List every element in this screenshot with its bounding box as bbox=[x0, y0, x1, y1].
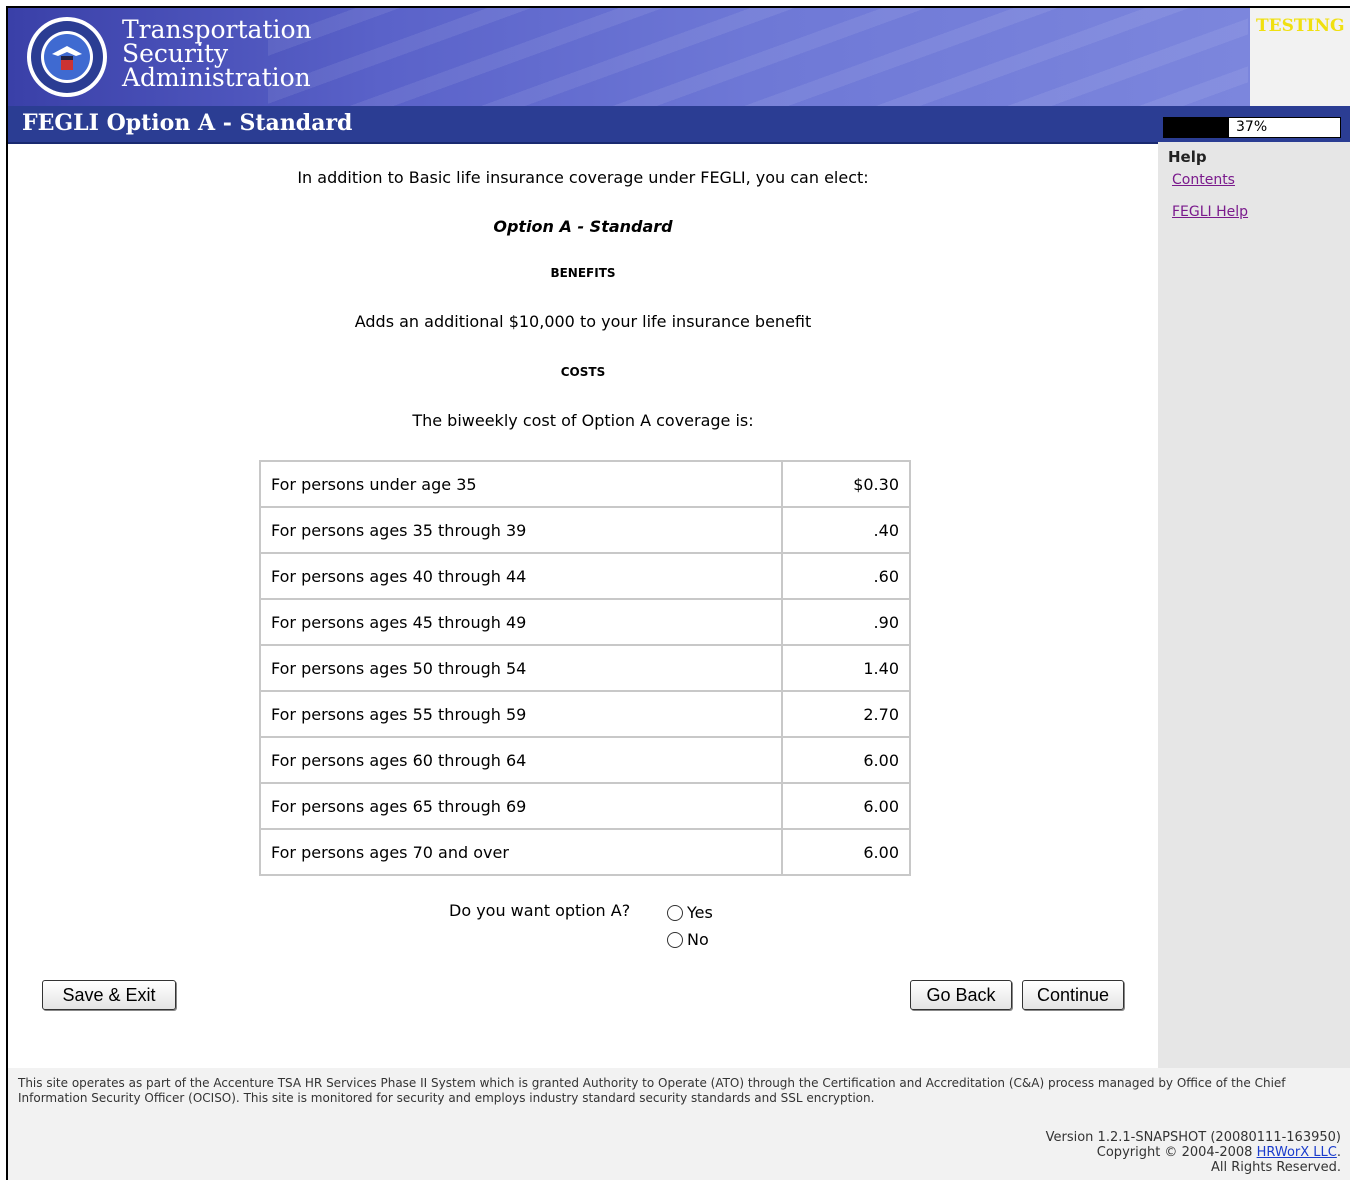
rate-value: 2.70 bbox=[781, 690, 911, 738]
rate-label: For persons ages 60 through 64 bbox=[259, 736, 783, 784]
version-info: Version 1.2.1-SNAPSHOT (20080111-163950)… bbox=[1046, 1130, 1341, 1175]
benefits-heading: BENEFITS bbox=[550, 266, 616, 280]
radio-circle-icon[interactable] bbox=[667, 904, 683, 921]
rate-label: For persons ages 55 through 59 bbox=[259, 690, 783, 738]
dhs-seal-icon bbox=[27, 17, 107, 97]
copyright-line: Copyright © 2004-2008 HRWorX LLC. bbox=[1096, 1145, 1341, 1160]
rate-label: For persons ages 70 and over bbox=[259, 828, 783, 876]
option-a-question: Do you want option A? bbox=[449, 901, 631, 920]
table-row: For persons ages 40 through 44.60 bbox=[259, 552, 911, 600]
help-contents-link[interactable]: Contents bbox=[1172, 172, 1235, 188]
yes-label: Yes bbox=[687, 903, 713, 922]
rate-label: For persons ages 40 through 44 bbox=[259, 552, 783, 600]
version-text: Version 1.2.1-SNAPSHOT (20080111-163950) bbox=[1045, 1130, 1341, 1145]
rate-value: $0.30 bbox=[781, 460, 911, 508]
rate-label: For persons ages 50 through 54 bbox=[259, 644, 783, 692]
table-row: For persons ages 55 through 59 2.70 bbox=[259, 690, 911, 738]
go-back-button[interactable]: Go Back bbox=[910, 980, 1012, 1010]
rate-value: 6.00 bbox=[781, 828, 911, 876]
rate-label: For persons ages 45 through 49 bbox=[259, 598, 783, 646]
fegli-help-link[interactable]: FEGLI Help bbox=[1172, 204, 1248, 220]
radio-circle-icon[interactable] bbox=[667, 931, 683, 948]
table-row: For persons ages 70 and over 6.00 bbox=[259, 828, 911, 876]
table-row: For persons ages 65 through 69 6.00 bbox=[259, 782, 911, 830]
benefits-text: Adds an additional $10,000 to your life … bbox=[354, 312, 812, 331]
progress-fill bbox=[1164, 118, 1230, 137]
progress-bar: 37% bbox=[1163, 117, 1341, 138]
table-row: For persons ages 45 through 49.90 bbox=[259, 598, 911, 646]
rate-value: 6.00 bbox=[781, 782, 911, 830]
hrworx-link[interactable]: HRWorX LLC bbox=[1257, 1145, 1337, 1160]
save-exit-button[interactable]: Save & Exit bbox=[42, 980, 176, 1010]
yes-radio[interactable]: Yes bbox=[667, 903, 713, 922]
no-label: No bbox=[687, 930, 709, 949]
continue-button[interactable]: Continue bbox=[1022, 980, 1124, 1010]
env-label: TESTING bbox=[1256, 16, 1345, 36]
costs-heading: COSTS bbox=[560, 365, 606, 379]
header-banner: Transportation Security Administration bbox=[8, 8, 1250, 106]
table-row: For persons ages 50 through 54 1.40 bbox=[259, 644, 911, 692]
page-title: FEGLI Option A - Standard bbox=[22, 110, 353, 136]
copyright-text: Copyright © 2004-2008 bbox=[1096, 1145, 1253, 1160]
rate-value: 6.00 bbox=[781, 736, 911, 784]
rate-value: .90 bbox=[781, 598, 911, 646]
option-name: Option A - Standard bbox=[493, 217, 673, 236]
rate-label: For persons under age 35 bbox=[259, 460, 783, 508]
no-radio[interactable]: No bbox=[667, 930, 709, 949]
rate-label: For persons ages 65 through 69 bbox=[259, 782, 783, 830]
security-disclaimer: This site operates as part of the Accent… bbox=[18, 1076, 1286, 1105]
rate-value: 1.40 bbox=[781, 644, 911, 692]
title-bar: FEGLI Option A - Standard bbox=[8, 106, 1350, 144]
intro-text: In addition to Basic life insurance cove… bbox=[297, 168, 869, 187]
help-sidebar: Help Contents FEGLI Help bbox=[1158, 142, 1350, 1068]
rights-text: All Rights Reserved. bbox=[1210, 1160, 1341, 1175]
table-row: For persons ages 60 through 64 6.00 bbox=[259, 736, 911, 784]
help-heading: Help bbox=[1168, 148, 1207, 166]
costs-text: The biweekly cost of Option A coverage i… bbox=[412, 411, 754, 430]
rates-table: For persons under age 35 $0.30 For person… bbox=[259, 460, 911, 876]
agency-line-3: Administration bbox=[122, 63, 311, 92]
rate-value: .40 bbox=[781, 506, 911, 554]
table-row: For persons ages 35 through 39.40 bbox=[259, 506, 911, 554]
progress-label: 37% bbox=[1236, 119, 1268, 135]
agency-name: Transportation Security Administration bbox=[122, 17, 312, 92]
rate-label: For persons ages 35 through 39 bbox=[259, 506, 783, 554]
rate-value: .60 bbox=[781, 552, 911, 600]
flag-stripes bbox=[268, 8, 1248, 106]
table-row: For persons under age 35 $0.30 bbox=[259, 460, 911, 508]
